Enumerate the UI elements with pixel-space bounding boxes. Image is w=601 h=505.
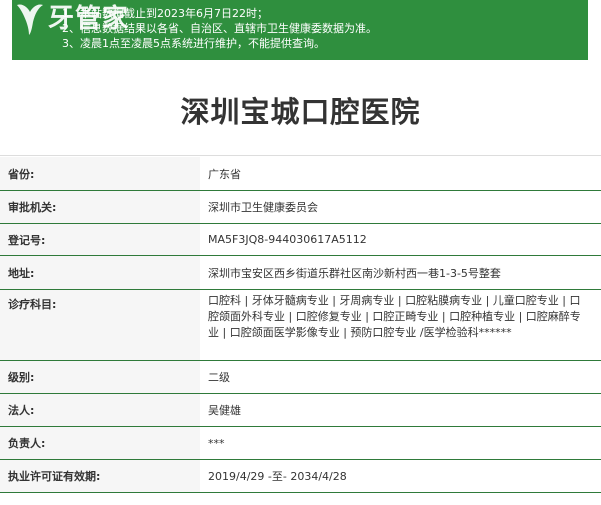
level-label: 级别: — [0, 361, 200, 393]
departments-value: 口腔科 | 牙体牙髓病专业 | 牙周病专业 | 口腔粘膜病专业 | 儿童口腔专业… — [208, 294, 581, 339]
tooth-logo-icon — [17, 4, 43, 35]
principal-value: *** — [208, 436, 225, 450]
site-logo[interactable]: 牙管家 — [12, 2, 132, 38]
authority-value: 深圳市卫生健康委员会 — [208, 201, 318, 214]
info-row-authority: 审批机关: 深圳市卫生健康委员会 — [0, 191, 601, 224]
notice-line-3: 3、凌晨1点至凌晨5点系统进行维护，不能提供查询。 — [62, 37, 325, 50]
legal-person-value: 吴健雄 — [208, 404, 241, 417]
province-label: 省份: — [0, 157, 200, 190]
address-label: 地址: — [0, 256, 200, 289]
level-value: 二级 — [208, 371, 230, 384]
hospital-name: 深圳宝城口腔医院 — [180, 94, 421, 129]
license-validity-label: 执业许可证有效期: — [0, 460, 200, 492]
info-row-license-validity: 执业许可证有效期: 2019/4/29 -至- 2034/4/28 — [0, 460, 601, 493]
info-row-legal-person: 法人: 吴健雄 — [0, 394, 601, 427]
registration-label: 登记号: — [0, 224, 200, 255]
info-row-province: 省份: 广东省 — [0, 157, 601, 191]
notice-line-1: 1、本站数据截止到2023年6月7日22时； — [62, 7, 268, 20]
license-validity-value: 2019/4/29 -至- 2034/4/28 — [208, 470, 347, 483]
principal-label: 负责人: — [0, 427, 200, 459]
province-value: 广东省 — [208, 167, 241, 181]
legal-person-label: 法人: — [0, 394, 200, 426]
notice-line-2: 2、信息数据结果以各省、自治区、直辖市卫生健康委数据为准。 — [62, 22, 377, 35]
authority-label: 审批机关: — [0, 191, 200, 223]
info-row-departments: 诊疗科目: 口腔科 | 牙体牙髓病专业 | 牙周病专业 | 口腔粘膜病专业 | … — [0, 290, 601, 361]
registration-value: MA5F3JQ8-944030617A5112 — [208, 233, 367, 246]
info-row-principal: 负责人: *** — [0, 427, 601, 460]
info-row-address: 地址: 深圳市宝安区西乡街道乐群社区南沙新村西一巷1-3-5号整套 — [0, 256, 601, 290]
logo-wordmark: 牙管家 — [48, 4, 130, 34]
hospital-info-table: 省份: 广东省 审批机关: 深圳市卫生健康委员会 登记号: MA5F3JQ8-9… — [0, 157, 601, 493]
address-value: 深圳市宝安区西乡街道乐群社区南沙新村西一巷1-3-5号整套 — [208, 266, 501, 280]
hospital-header: 深圳宝城口腔医院 — [0, 64, 601, 156]
info-row-level: 级别: 二级 — [0, 361, 601, 394]
info-row-registration: 登记号: MA5F3JQ8-944030617A5112 — [0, 224, 601, 256]
departments-label: 诊疗科目: — [0, 290, 200, 360]
